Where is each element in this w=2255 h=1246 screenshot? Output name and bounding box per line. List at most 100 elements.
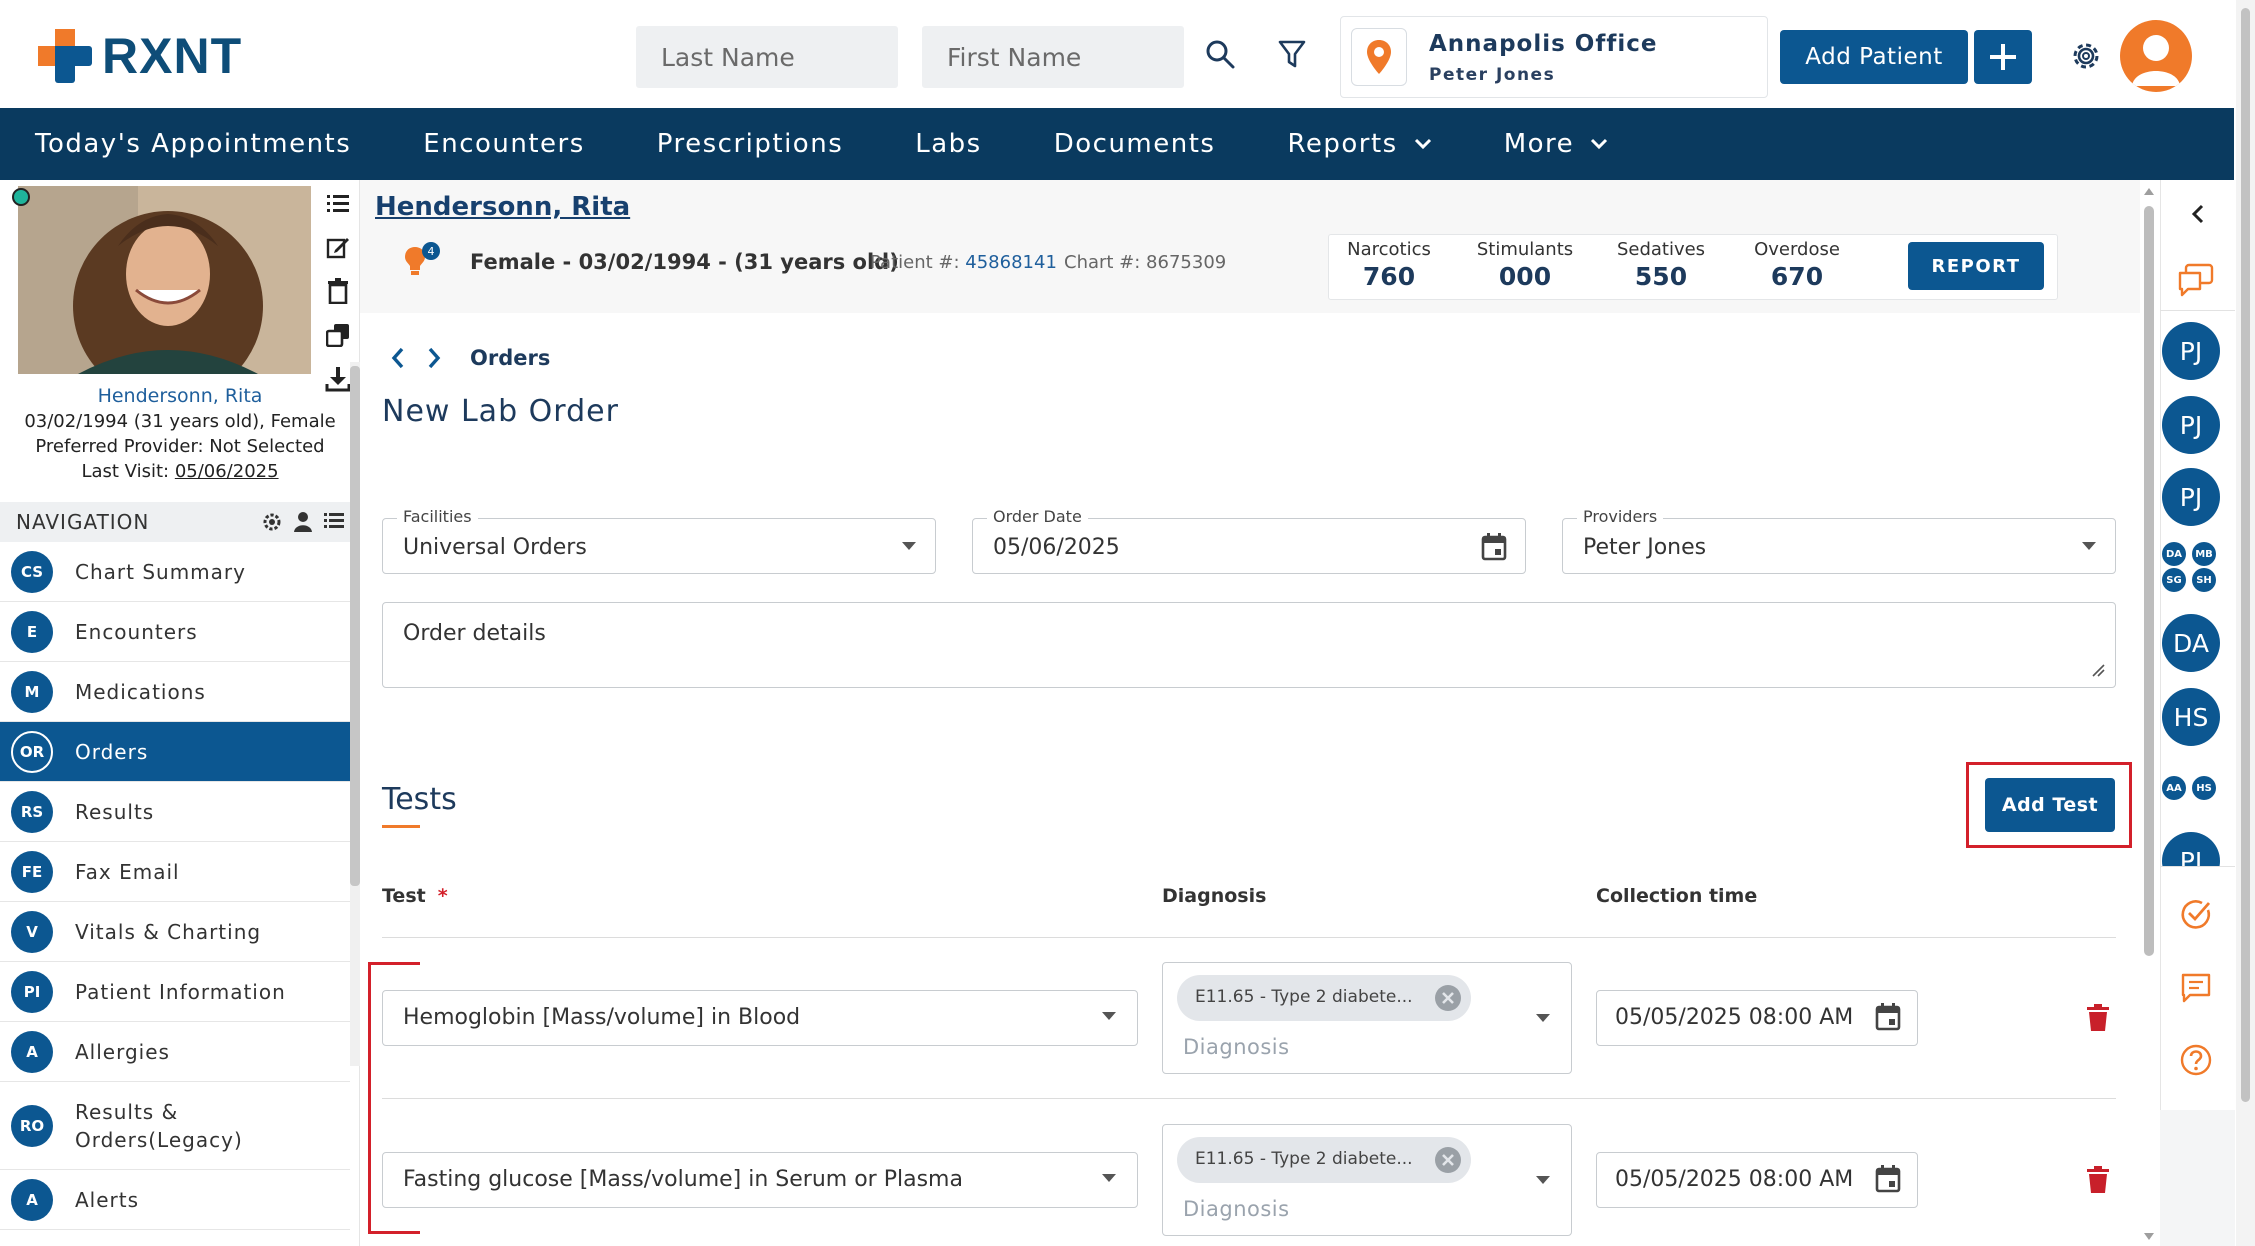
user-avatar-pj[interactable]: PJ <box>2162 322 2220 380</box>
sidebar-scrollbar-thumb[interactable] <box>350 366 360 886</box>
nav-documents[interactable]: Documents <box>1054 129 1216 159</box>
last-name-search-input[interactable] <box>636 26 898 88</box>
user-avatar-hs-small[interactable]: HS <box>2192 776 2216 800</box>
task-check-icon[interactable] <box>2178 896 2214 932</box>
chat-bubbles-icon[interactable] <box>2176 260 2216 300</box>
list-icon[interactable] <box>322 188 354 218</box>
test-select[interactable]: Fasting glucose [Mass/volume] in Serum o… <box>382 1152 1138 1208</box>
user-avatar-hs[interactable]: HS <box>2162 688 2220 746</box>
user-avatar-sg-small[interactable]: SG <box>2162 568 2186 592</box>
content-scrollbar[interactable] <box>2141 180 2157 1246</box>
sidebar-item-results[interactable]: RS Results <box>0 782 350 842</box>
filter-icon[interactable] <box>1274 36 1310 72</box>
sidebar-item-orders[interactable]: OR Orders <box>0 722 350 782</box>
patient-name-link[interactable]: Hendersonn, Rita <box>0 384 360 409</box>
nav-badge: A <box>11 1178 53 1221</box>
nav-settings-icon[interactable] <box>262 512 282 532</box>
nav-label: Prescriptions <box>656 129 844 159</box>
pdmp-value: 670 <box>1770 262 1824 291</box>
pdmp-report-button[interactable]: REPORT <box>1908 242 2044 290</box>
collapse-left-icon[interactable] <box>2186 200 2210 228</box>
banner-patient-name-link[interactable]: Hendersonn, Rita <box>375 192 630 222</box>
chip-remove-icon[interactable] <box>1435 1147 1461 1173</box>
nav-badge: OR <box>11 730 53 773</box>
sidebar-item-patient-information[interactable]: PI Patient Information <box>0 962 350 1022</box>
nav-list-icon[interactable] <box>324 512 344 532</box>
user-avatar-aa-small[interactable]: AA <box>2162 776 2186 800</box>
breadcrumb-current[interactable]: Orders <box>470 346 550 370</box>
sidebar-item-fax-email[interactable]: FE Fax Email <box>0 842 350 902</box>
facilities-select[interactable]: Facilities Universal Orders <box>382 507 936 574</box>
scroll-up-arrow-icon[interactable] <box>2143 186 2155 196</box>
chip-remove-icon[interactable] <box>1435 985 1461 1011</box>
nav-badge: RS <box>11 790 53 833</box>
sidebar-item-chart-summary[interactable]: CS Chart Summary <box>0 542 350 602</box>
sidebar-item-alerts[interactable]: A Alerts <box>0 1170 350 1230</box>
delete-test-icon[interactable] <box>2086 1004 2110 1032</box>
sidebar-item-medications[interactable]: M Medications <box>0 662 350 722</box>
user-avatar-sh-small[interactable]: SH <box>2192 568 2216 592</box>
scroll-down-arrow-icon[interactable] <box>2143 1232 2155 1242</box>
calendar-icon[interactable] <box>1875 1165 1901 1193</box>
help-icon[interactable] <box>2178 1042 2214 1078</box>
providers-select[interactable]: Providers Peter Jones <box>1562 507 2116 574</box>
add-plus-button[interactable] <box>1974 30 2032 84</box>
forward-arrow-icon[interactable] <box>426 347 442 369</box>
calendar-icon[interactable] <box>1481 533 1507 561</box>
nav-todays-appointments[interactable]: Today's Appointments <box>35 129 351 159</box>
user-avatar-da[interactable]: DA <box>2162 614 2220 672</box>
diagnosis-chip: E11.65 - Type 2 diabete... <box>1177 1137 1471 1183</box>
trash-icon[interactable] <box>322 276 354 306</box>
copy-icon[interactable] <box>322 320 354 350</box>
collection-time-value: 05/05/2025 08:00 AM <box>1615 1005 1854 1030</box>
user-avatar-pj[interactable]: PJ <box>2162 396 2220 454</box>
collection-time-field[interactable]: 05/05/2025 08:00 AM <box>1596 1152 1918 1208</box>
office-selector[interactable]: Annapolis Office Peter Jones <box>1340 16 1768 98</box>
diagnosis-select[interactable]: E11.65 - Type 2 diabete... Diagnosis <box>1162 1124 1572 1236</box>
dropdown-arrow-icon <box>1101 1173 1117 1183</box>
nav-person-icon[interactable] <box>294 512 312 532</box>
edit-icon[interactable] <box>322 232 354 262</box>
nav-encounters[interactable]: Encounters <box>423 129 585 159</box>
sidebar-item-allergies[interactable]: A Allergies <box>0 1022 350 1082</box>
test-select[interactable]: Hemoglobin [Mass/volume] in Blood <box>382 990 1138 1046</box>
pdmp-stimulants: Stimulants 000 <box>1465 239 1585 291</box>
nav-reports[interactable]: Reports <box>1287 129 1431 159</box>
collection-time-field[interactable]: 05/05/2025 08:00 AM <box>1596 990 1918 1046</box>
sidebar-item-encounters[interactable]: E Encounters <box>0 602 350 662</box>
rxnt-logo[interactable]: RXNT <box>36 28 242 84</box>
calendar-icon[interactable] <box>1875 1003 1901 1031</box>
add-test-button[interactable]: Add Test <box>1985 778 2115 832</box>
sidebar-item-results-orders-legacy[interactable]: RO Results & Orders(Legacy) <box>0 1082 350 1170</box>
sidebar-item-vitals-charting[interactable]: V Vitals & Charting <box>0 902 350 962</box>
user-avatar-pj[interactable]: PJ <box>2162 832 2220 866</box>
back-arrow-icon[interactable] <box>390 347 406 369</box>
online-status-indicator <box>12 188 30 206</box>
navigation-title: NAVIGATION <box>16 510 150 534</box>
top-header: RXNT Annapolis Office Peter Jones Add Pa… <box>0 0 2255 108</box>
page-scrollbar-thumb[interactable] <box>2241 8 2250 1102</box>
nav-more[interactable]: More <box>1504 129 1608 159</box>
nav-prescriptions[interactable]: Prescriptions <box>657 129 843 159</box>
delete-test-icon[interactable] <box>2086 1166 2110 1194</box>
order-details-textarea[interactable]: Order details <box>382 602 2116 688</box>
search-icon[interactable] <box>1202 36 1238 72</box>
gear-icon[interactable] <box>2066 36 2106 76</box>
page-scrollbar[interactable] <box>2236 0 2255 1246</box>
user-avatar-mb-small[interactable]: MB <box>2192 542 2216 566</box>
add-patient-button[interactable]: Add Patient <box>1780 30 1968 84</box>
resize-grip-icon[interactable] <box>2091 663 2105 677</box>
message-icon[interactable] <box>2178 970 2214 1006</box>
diagnosis-select[interactable]: E11.65 - Type 2 diabete... Diagnosis <box>1162 962 1572 1074</box>
user-avatar-pj[interactable]: PJ <box>2162 468 2220 526</box>
user-avatar[interactable] <box>2120 20 2192 92</box>
order-date-field[interactable]: Order Date 05/06/2025 <box>972 507 1526 574</box>
user-avatar-da-small[interactable]: DA <box>2162 542 2186 566</box>
first-name-search-input[interactable] <box>922 26 1184 88</box>
pdmp-value: 000 <box>1498 262 1552 291</box>
content-scrollbar-thumb[interactable] <box>2144 206 2154 956</box>
rail-divider <box>2160 866 2235 867</box>
last-visit-date-link[interactable]: 05/06/2025 <box>175 461 279 482</box>
nav-labs[interactable]: Labs <box>915 129 981 159</box>
patient-number-link[interactable]: 45868141 <box>965 252 1057 273</box>
